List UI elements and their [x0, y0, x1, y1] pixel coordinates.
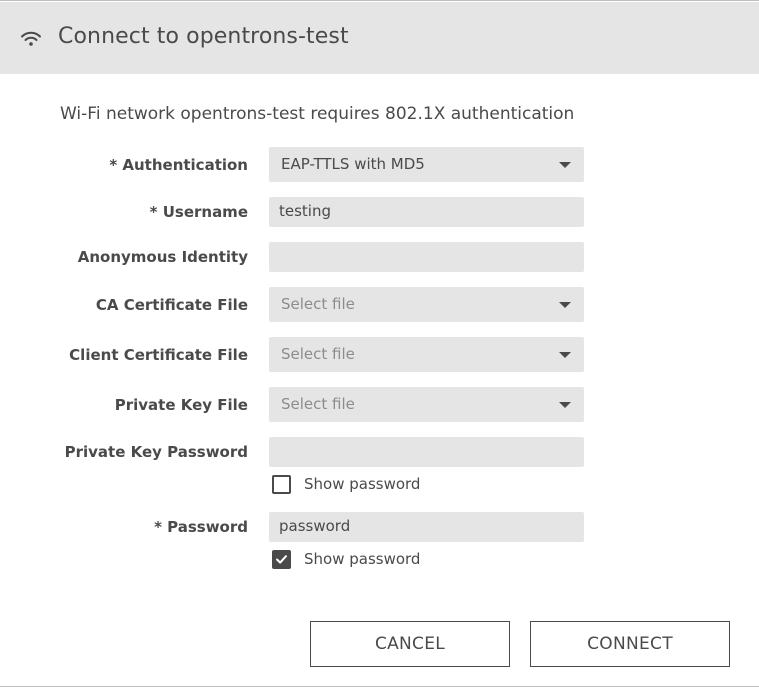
chevron-down-icon — [559, 302, 571, 308]
dialog-header: Connect to opentrons-test — [0, 2, 759, 74]
private-key-file-label: Private Key File — [114, 396, 248, 414]
anonymous-identity-input[interactable] — [269, 242, 584, 272]
private-key-password-label: Private Key Password — [64, 443, 248, 461]
wifi-icon — [21, 31, 41, 46]
cancel-button[interactable]: CANCEL — [310, 621, 510, 667]
chevron-down-icon — [559, 352, 571, 358]
client-certificate-file-select[interactable]: Select file — [269, 337, 584, 372]
authentication-value: EAP-TTLS with MD5 — [281, 155, 425, 173]
connect-dialog: Connect to opentrons-test Wi-Fi network … — [0, 0, 759, 687]
client-certificate-file-label: Client Certificate File — [69, 346, 248, 364]
chevron-down-icon — [559, 162, 571, 168]
anonymous-identity-label: Anonymous Identity — [77, 248, 248, 266]
show-password-checkbox[interactable] — [272, 550, 291, 569]
private-key-password-input[interactable] — [269, 437, 584, 467]
password-input[interactable]: password — [269, 512, 584, 542]
authentication-select[interactable]: EAP-TTLS with MD5 — [269, 147, 584, 182]
private-key-file-placeholder: Select file — [281, 395, 355, 413]
ca-certificate-file-label: CA Certificate File — [95, 296, 248, 314]
show-private-key-password-checkbox[interactable] — [272, 475, 291, 494]
chevron-down-icon — [559, 402, 571, 408]
dialog-subtitle: Wi-Fi network opentrons-test requires 80… — [60, 104, 575, 124]
checkmark-icon — [276, 555, 287, 564]
show-private-key-password-label: Show password — [304, 475, 421, 493]
show-password-label: Show password — [304, 550, 421, 568]
connect-button[interactable]: CONNECT — [530, 621, 730, 667]
username-label: * Username — [149, 203, 248, 221]
authentication-label: * Authentication — [109, 156, 248, 174]
ca-certificate-file-placeholder: Select file — [281, 295, 355, 313]
username-input[interactable]: testing — [269, 197, 584, 227]
password-label: * Password — [154, 518, 248, 536]
ca-certificate-file-select[interactable]: Select file — [269, 287, 584, 322]
dialog-title: Connect to opentrons-test — [58, 24, 349, 49]
client-certificate-file-placeholder: Select file — [281, 345, 355, 363]
private-key-file-select[interactable]: Select file — [269, 387, 584, 422]
